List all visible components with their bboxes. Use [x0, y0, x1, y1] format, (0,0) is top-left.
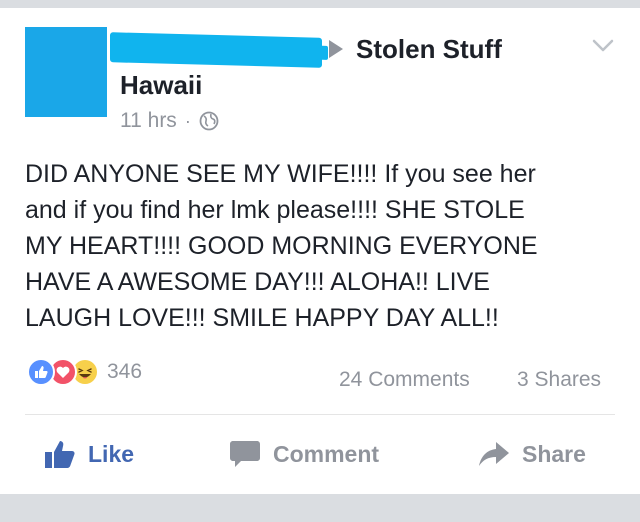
share-label: Share	[522, 440, 586, 467]
post-body-text: DID ANYONE SEE MY WIFE!!!! If you see he…	[25, 156, 625, 336]
post-text-line: LAUGH LOVE!!! SMILE HAPPY DAY ALL!!	[25, 304, 499, 332]
post-text-line: MY HEART!!!! GOOD MORNING EVERYONE	[25, 232, 538, 260]
post-text-line: DID ANYONE SEE MY WIFE!!!! If you see he…	[25, 160, 536, 188]
posted-to-arrow-icon	[329, 40, 343, 58]
location-link[interactable]: Hawaii	[120, 70, 202, 101]
like-label: Like	[88, 440, 135, 467]
chevron-down-icon[interactable]	[592, 38, 614, 54]
post-card: Stolen Stuff Hawaii 11 hrs · DID ANYONE …	[0, 8, 640, 494]
post-timestamp[interactable]: 11 hrs	[120, 109, 177, 133]
thumbs-up-icon	[45, 441, 75, 468]
like-button[interactable]: Like	[44, 436, 134, 472]
like-reaction-icon	[27, 358, 55, 386]
group-name-link[interactable]: Stolen Stuff	[356, 34, 502, 65]
reaction-summary[interactable]: 346	[27, 357, 142, 387]
post-text-line: and if you find her lmk please!!!! SHE S…	[25, 196, 525, 224]
share-arrow-icon	[479, 442, 509, 466]
comment-button[interactable]: Comment	[229, 436, 379, 472]
comment-bubble-icon	[230, 441, 260, 467]
shares-count-link[interactable]: 3 Shares	[517, 368, 601, 392]
post-text-line: HAVE A AWESOME DAY!!! ALOHA!! LIVE	[25, 268, 490, 296]
feed-background-bottom	[0, 494, 640, 522]
comments-count-link[interactable]: 24 Comments	[339, 368, 470, 392]
reaction-count[interactable]: 346	[107, 360, 142, 384]
share-button[interactable]: Share	[478, 436, 586, 472]
meta-separator: ·	[184, 110, 191, 131]
redacted-author-name	[110, 32, 322, 68]
globe-icon[interactable]	[199, 111, 219, 131]
feed-background-top	[0, 0, 640, 8]
profile-avatar[interactable]	[25, 27, 107, 117]
actions-divider	[25, 414, 615, 415]
comment-label: Comment	[273, 440, 380, 467]
post-meta: 11 hrs ·	[120, 109, 219, 133]
